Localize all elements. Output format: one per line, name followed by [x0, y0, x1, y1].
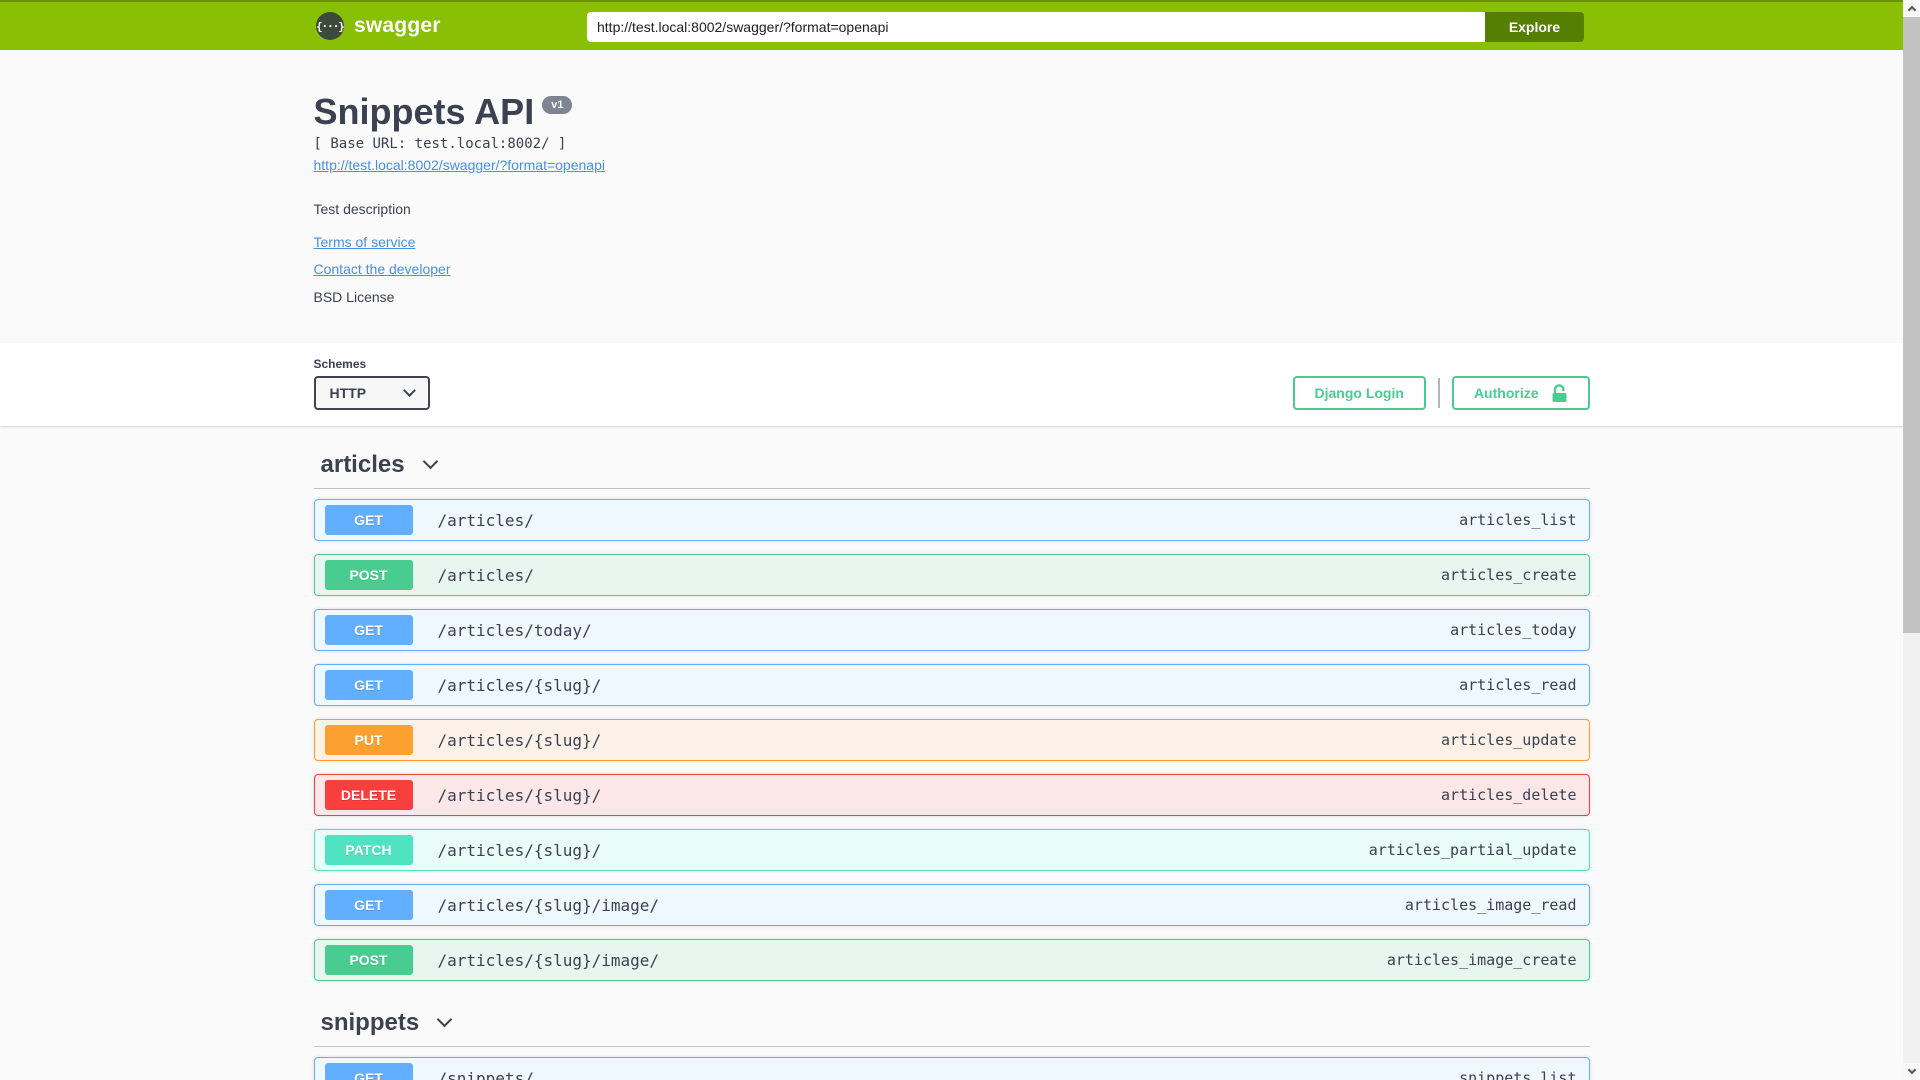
- operation-id: articles_today: [1450, 621, 1577, 640]
- method-badge: PATCH: [324, 835, 413, 866]
- tag-title: snippets: [320, 1009, 420, 1037]
- scrollbar-track[interactable]: [1903, 0, 1920, 1080]
- operation-row[interactable]: POST /articles/{slug}/image/ articles_im…: [313, 939, 1590, 982]
- operation-path: /articles/{slug}/: [437, 675, 602, 695]
- spec-url-input[interactable]: [587, 12, 1485, 42]
- tag-section: articles GET /articles/ articles_list PO…: [313, 451, 1590, 982]
- authorize-button[interactable]: Authorize: [1451, 376, 1590, 411]
- swagger-brand: {···} swagger: [316, 2, 441, 50]
- operation-row[interactable]: GET /articles/ articles_list: [313, 499, 1590, 542]
- operation-path: /snippets/: [437, 1068, 534, 1080]
- operation-list: GET /snippets/ snippets_list: [313, 1057, 1590, 1080]
- page-title: Snippets API: [313, 91, 535, 132]
- chevron-down-icon: [402, 383, 416, 397]
- chevron-down-icon: [422, 453, 438, 470]
- tag-title: articles: [320, 451, 405, 479]
- license-text: BSD License: [313, 289, 395, 306]
- explore-button[interactable]: Explore: [1485, 12, 1584, 42]
- chevron-down-icon: [1907, 1065, 1916, 1075]
- operation-id: articles_create: [1441, 566, 1577, 585]
- method-badge: POST: [324, 945, 413, 976]
- method-badge: GET: [324, 670, 413, 701]
- schemes-select[interactable]: HTTP: [313, 376, 430, 411]
- operation-id: articles_list: [1459, 511, 1577, 530]
- operation-path: /articles/today/: [437, 620, 592, 640]
- operation-path: /articles/{slug}/: [437, 840, 602, 860]
- method-badge: POST: [324, 560, 413, 591]
- unlock-icon: [1552, 383, 1566, 402]
- swagger-logo-icon: {···}: [316, 12, 345, 40]
- method-badge: GET: [324, 890, 413, 921]
- method-badge: GET: [324, 1063, 413, 1080]
- scrollbar-thumb[interactable]: [1903, 17, 1920, 633]
- operation-id: articles_update: [1441, 731, 1577, 750]
- operation-row[interactable]: PATCH /articles/{slug}/ articles_partial…: [313, 829, 1590, 872]
- api-description: Test description: [313, 201, 411, 218]
- method-badge: DELETE: [324, 780, 413, 811]
- schemes-selected-value: HTTP: [329, 385, 367, 402]
- django-login-button[interactable]: Django Login: [1292, 376, 1426, 411]
- chevron-up-icon: [1907, 5, 1916, 15]
- version-badge: v1: [542, 96, 573, 114]
- operation-path: /articles/: [437, 510, 534, 530]
- operation-row[interactable]: POST /articles/ articles_create: [313, 554, 1590, 597]
- topbar: {···} swagger Explore: [0, 0, 1903, 50]
- django-login-label: Django Login: [1314, 385, 1404, 402]
- method-badge: GET: [324, 615, 413, 646]
- operation-id: articles_image_create: [1386, 951, 1577, 970]
- schemes-label: Schemes: [313, 357, 367, 372]
- scroll-down-button[interactable]: [1903, 1063, 1920, 1080]
- operation-row[interactable]: GET /articles/{slug}/ articles_read: [313, 664, 1590, 707]
- method-badge: PUT: [324, 725, 413, 756]
- tag-header[interactable]: snippets: [313, 1009, 1590, 1048]
- operation-row[interactable]: DELETE /articles/{slug}/ articles_delete: [313, 774, 1590, 817]
- schemes-block: Schemes HTTP: [313, 357, 430, 411]
- scheme-section: Schemes HTTP Django Login Authorize: [0, 343, 1903, 427]
- operation-id: articles_read: [1459, 676, 1577, 695]
- contact-developer-link[interactable]: Contact the developer: [314, 261, 451, 277]
- operation-path: /articles/: [437, 565, 534, 585]
- operation-list: GET /articles/ articles_list POST /artic…: [313, 499, 1590, 982]
- operation-id: snippets_list: [1459, 1069, 1577, 1080]
- operation-row[interactable]: GET /articles/today/ articles_today: [313, 609, 1590, 652]
- scroll-up-button[interactable]: [1903, 0, 1920, 17]
- spec-link[interactable]: http://test.local:8002/swagger/?format=o…: [314, 157, 605, 173]
- authorize-label: Authorize: [1473, 385, 1539, 402]
- base-url: [ Base URL: test.local:8002/ ]: [313, 136, 567, 153]
- tag-header[interactable]: articles: [313, 451, 1590, 490]
- operation-path: /articles/{slug}/image/: [437, 895, 660, 915]
- operation-row[interactable]: GET /snippets/ snippets_list: [313, 1057, 1590, 1080]
- info-section: Snippets API v1 [ Base URL: test.local:8…: [0, 50, 1903, 344]
- terms-of-service-link[interactable]: Terms of service: [314, 234, 416, 250]
- auth-divider: [1437, 378, 1440, 409]
- operation-path: /articles/{slug}/: [437, 730, 602, 750]
- operation-id: articles_image_read: [1404, 896, 1577, 915]
- operation-row[interactable]: PUT /articles/{slug}/ articles_update: [313, 719, 1590, 762]
- chevron-down-icon: [436, 1011, 453, 1028]
- method-badge: GET: [324, 505, 413, 536]
- operation-path: /articles/{slug}/image/: [437, 950, 660, 970]
- operation-id: articles_partial_update: [1368, 841, 1577, 860]
- operation-row[interactable]: GET /articles/{slug}/image/ articles_ima…: [313, 884, 1590, 927]
- operations: articles GET /articles/ articles_list PO…: [313, 426, 1590, 1080]
- operation-path: /articles/{slug}/: [437, 785, 602, 805]
- tag-section: snippets GET /snippets/ snippets_list: [313, 1009, 1590, 1080]
- brand-text: swagger: [354, 14, 441, 37]
- operation-id: articles_delete: [1441, 786, 1577, 805]
